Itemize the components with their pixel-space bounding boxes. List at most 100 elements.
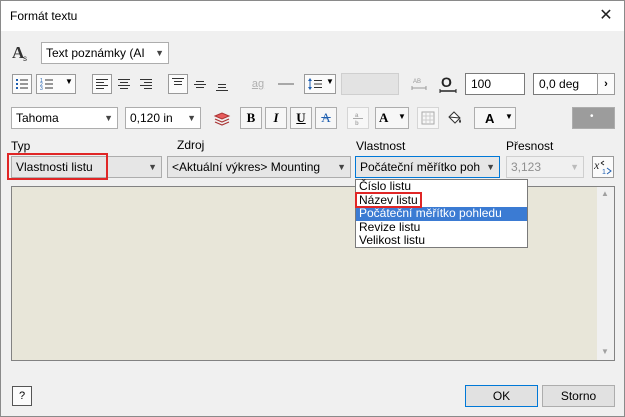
text-color-icon: A — [485, 110, 495, 126]
list-item[interactable]: Velikost listu — [356, 233, 527, 248]
chevron-down-icon: ▼ — [326, 77, 334, 86]
precision-select-value: 3,123 — [511, 160, 542, 174]
width-factor-input[interactable]: 100 — [465, 73, 525, 95]
underline-icon: U — [296, 110, 306, 125]
line-spacing-select[interactable] — [341, 73, 399, 95]
chevron-down-icon: ▼ — [187, 113, 196, 123]
stack-button[interactable]: ag — [248, 74, 268, 94]
fill-button[interactable] — [443, 107, 465, 129]
layers-icon[interactable] — [212, 108, 232, 128]
insert-field-button[interactable]: x1 — [592, 156, 614, 178]
valign-bottom-button[interactable] — [212, 74, 232, 94]
italic-button[interactable]: I — [265, 107, 287, 129]
valign-middle-button[interactable] — [190, 74, 210, 94]
help-button[interactable]: ? — [12, 386, 32, 406]
svg-text:AB: AB — [413, 79, 421, 85]
close-icon[interactable]: ✕ — [594, 4, 618, 28]
source-label: Zdroj — [177, 138, 205, 152]
valign-top-icon — [172, 78, 184, 85]
chevron-down-icon: ▼ — [104, 113, 113, 123]
text-color-button[interactable]: A ▼ — [474, 107, 516, 129]
line-spacing-icon — [308, 78, 322, 90]
chevron-down-icon: ▼ — [148, 162, 157, 172]
type-highlight-box — [7, 153, 108, 180]
align-center-button[interactable] — [114, 74, 134, 94]
svg-text:s: s — [23, 54, 27, 63]
chevron-down-icon: ▼ — [398, 112, 406, 121]
style-select-value: Text poznámky (AI — [46, 46, 145, 60]
valign-top-button[interactable] — [168, 74, 188, 94]
stack-fraction-button[interactable]: ab — [347, 107, 369, 129]
cancel-button[interactable]: Storno — [542, 385, 615, 407]
spacing-icon-button[interactable]: AB — [408, 73, 430, 95]
font-size-select[interactable]: 0,120 in ▼ — [125, 107, 201, 129]
width-factor-icon: O — [438, 74, 458, 94]
list-item[interactable]: Revize listu — [356, 220, 527, 235]
dialog-window: Formát textu ✕ As Text poznámky (AI ▼ 12… — [0, 0, 625, 417]
chevron-down-icon: ▼ — [570, 162, 579, 172]
window-title: Formát textu — [10, 9, 78, 23]
dropdown-highlight-box — [355, 192, 422, 208]
case-icon: A — [379, 110, 389, 125]
line-spacing-button[interactable]: ▼ — [304, 74, 336, 94]
paint-bucket-icon — [448, 111, 461, 124]
align-right-icon — [140, 79, 152, 89]
bold-button[interactable]: B — [240, 107, 262, 129]
numbering-button[interactable]: 123 ▼ — [36, 74, 76, 94]
valign-bottom-icon — [216, 84, 228, 91]
chevron-right-icon: › — [604, 78, 608, 90]
property-select[interactable]: Počáteční měřítko poh ▼ — [355, 156, 500, 178]
rotation-input[interactable]: 0,0 deg — [533, 73, 599, 95]
svg-text:O: O — [441, 74, 452, 90]
strikethrough-button[interactable]: A — [315, 107, 337, 129]
precision-select[interactable]: 3,123 ▼ — [506, 156, 584, 178]
symbol-grid-icon — [421, 111, 435, 125]
stack-icon: ag — [251, 78, 265, 90]
list-item-selected[interactable]: Počáteční měřítko pohledu — [356, 206, 527, 221]
align-center-icon — [118, 79, 130, 89]
character-spacing-icon: AB — [411, 79, 427, 90]
chevron-down-icon: ▼ — [65, 77, 73, 86]
scroll-down-icon[interactable]: ▼ — [601, 347, 609, 356]
precision-label: Přesnost — [506, 139, 554, 153]
case-button[interactable]: A ▼ — [375, 107, 409, 129]
chevron-down-icon: ▼ — [505, 112, 513, 121]
symbol-button[interactable] — [417, 107, 439, 129]
rotation-button[interactable]: › — [597, 73, 615, 95]
align-left-button[interactable] — [92, 74, 112, 94]
property-dropdown-list: Číslo listu Název listu Počáteční měřítk… — [355, 179, 528, 248]
bullets-button[interactable] — [12, 74, 32, 94]
svg-text:x: x — [594, 159, 600, 172]
bullet-list-icon — [16, 79, 28, 89]
font-select-value: Tahoma — [16, 111, 59, 125]
svg-text:1: 1 — [602, 169, 606, 175]
scroll-up-icon[interactable]: ▲ — [601, 189, 609, 198]
svg-text:b: b — [355, 121, 359, 126]
title-bar: Formát textu ✕ — [1, 1, 624, 31]
align-right-button[interactable] — [136, 74, 156, 94]
strikethrough-icon: A — [321, 110, 331, 125]
chevron-down-icon: ▼ — [155, 48, 164, 58]
font-select[interactable]: Tahoma ▼ — [11, 107, 118, 129]
align-left-icon — [96, 79, 108, 89]
font-size-value: 0,120 in — [130, 111, 173, 125]
insert-field-icon: x1 — [594, 159, 612, 175]
text-style-icon: As — [11, 43, 31, 63]
source-select[interactable]: <Aktuální výkres> Mounting ▼ — [167, 156, 351, 178]
fraction-icon: ab — [353, 113, 363, 126]
italic-icon: I — [273, 110, 279, 125]
svg-text:3: 3 — [40, 86, 43, 91]
help-icon: ? — [18, 390, 26, 402]
style-select[interactable]: Text poznámky (AI ▼ — [41, 42, 169, 64]
source-select-value: <Aktuální výkres> Mounting — [172, 160, 321, 174]
line-button[interactable] — [276, 74, 296, 94]
type-label: Typ — [11, 139, 31, 153]
editor-scrollbar[interactable]: ▲ ▼ — [597, 187, 614, 360]
background-color-button[interactable]: • — [572, 107, 615, 129]
underline-button[interactable]: U — [290, 107, 312, 129]
valign-middle-icon — [194, 81, 206, 88]
property-select-value: Počáteční měřítko poh — [360, 160, 481, 174]
numbered-list-icon: 123 — [40, 78, 53, 91]
property-label: Vlastnost — [356, 139, 406, 153]
ok-button[interactable]: OK — [465, 385, 538, 407]
